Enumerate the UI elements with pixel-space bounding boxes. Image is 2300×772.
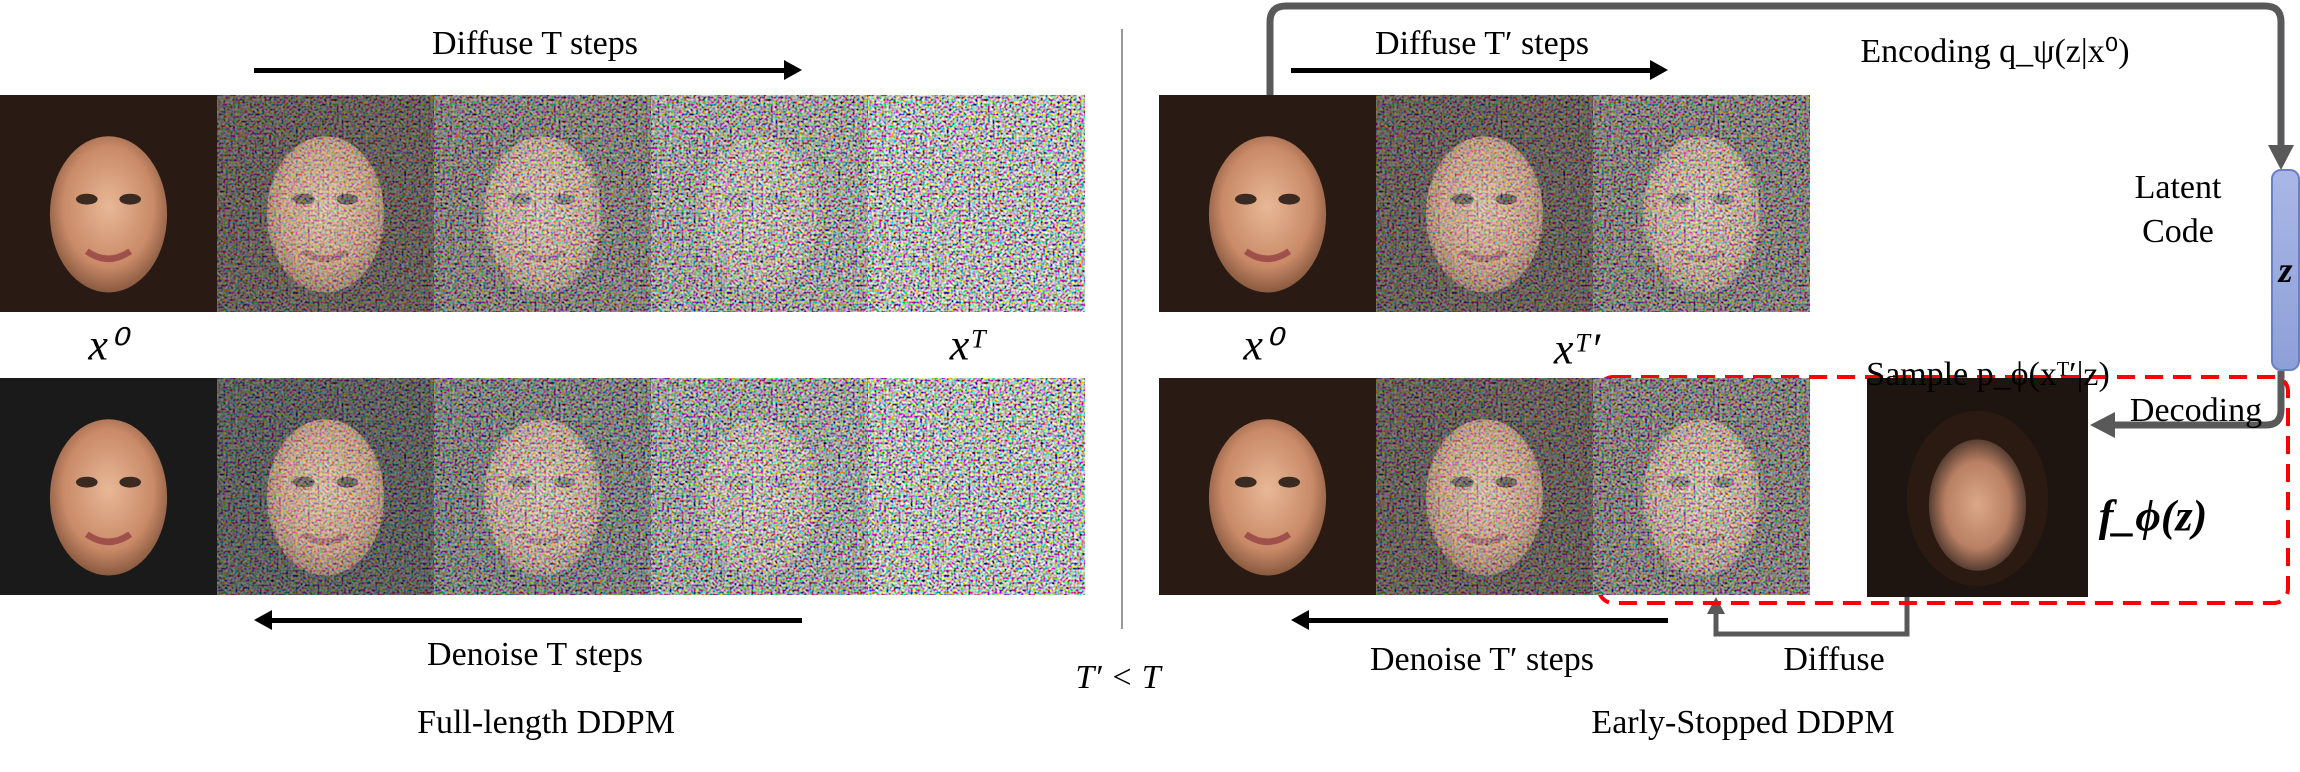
encoding-label: Encoding q_ψ(z|x⁰) <box>1860 33 2130 70</box>
latent-label-line2: Code <box>2142 213 2214 250</box>
decoder-output-label: f_ϕ(z) <box>2098 491 2208 541</box>
decoding-arrowhead <box>2090 412 2115 438</box>
right-denoise-label: Denoise T′ steps <box>1369 641 1595 678</box>
diffuse-small-label: Diffuse <box>1783 641 1885 678</box>
face-image <box>1593 378 1810 595</box>
right-diffuse-arrow <box>1291 60 1668 80</box>
face-image <box>1376 378 1593 595</box>
right-denoise-arrow <box>1291 610 1668 630</box>
latent-label-line1: Latent <box>2134 169 2222 206</box>
right-caption: Early-Stopped DDPM <box>1591 704 1895 741</box>
sample-label: Sample p_ϕ(xᵀ′|z) <box>1866 356 2110 393</box>
right-x0-label: x⁰ <box>1243 320 1281 370</box>
z-label: z <box>2278 250 2293 290</box>
right-diffuse-label: Diffuse T′ steps <box>1375 25 1589 62</box>
decoding-label: Decoding <box>2129 392 2263 429</box>
face-image <box>1159 95 1376 312</box>
decoder-output-image <box>1867 378 2088 597</box>
encoding-arrowhead <box>2268 145 2294 170</box>
face-image <box>1376 95 1593 312</box>
latent-code-box: z <box>2271 169 2300 371</box>
face-image <box>1159 378 1376 595</box>
face-image <box>1593 95 1810 312</box>
diffuse-arrowhead <box>1707 597 1725 614</box>
right-xT-label: xᵀ′ <box>1553 324 1601 374</box>
